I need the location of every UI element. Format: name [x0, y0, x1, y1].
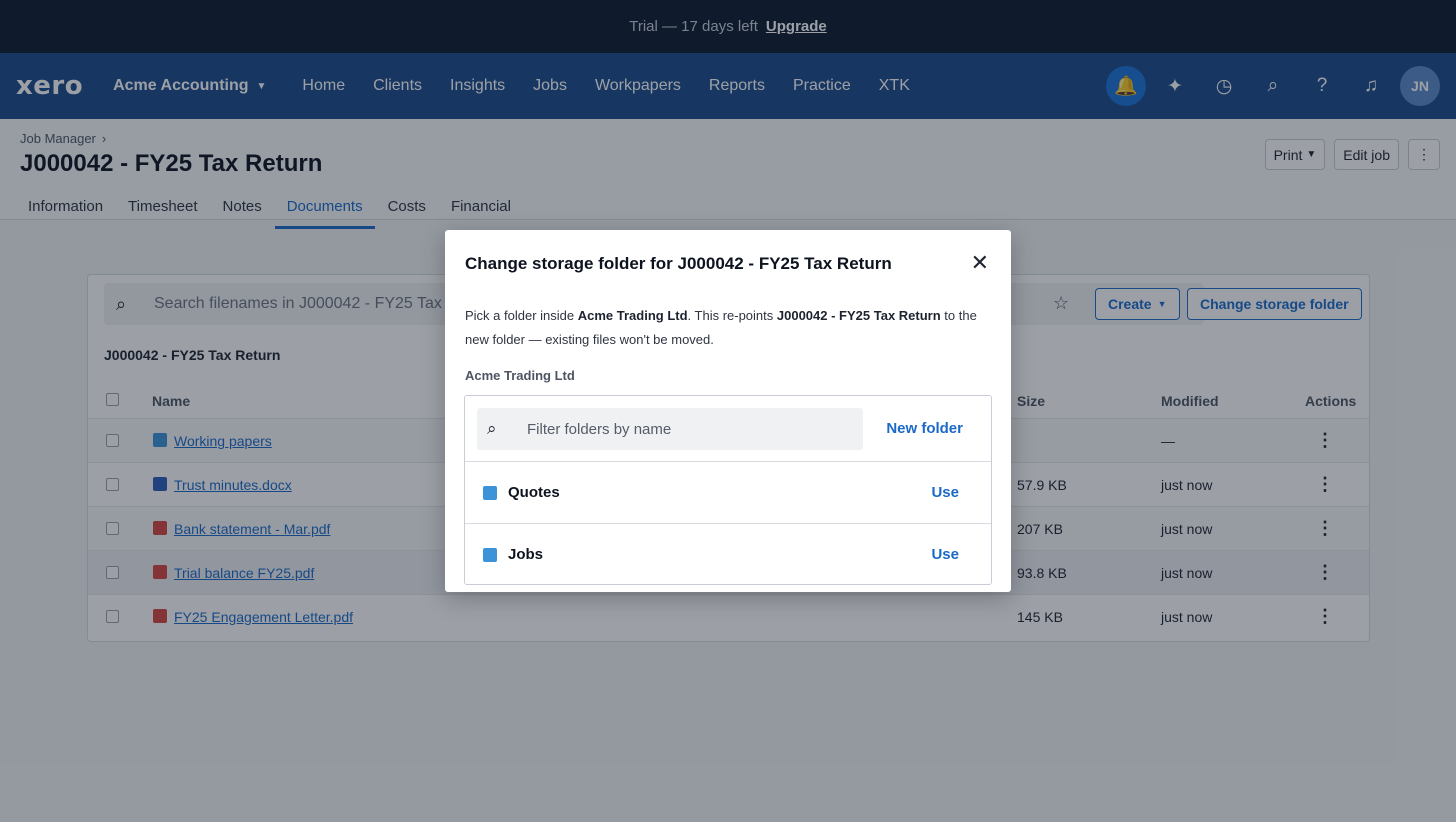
new-folder-button[interactable]: New folder — [886, 420, 963, 437]
folder-filter[interactable]: ⌕ Filter folders by name — [477, 408, 863, 450]
folder-name: Quotes — [508, 484, 560, 501]
search-icon: ⌕ — [487, 419, 497, 438]
dialog-description: Pick a folder inside Acme Trading Ltd. T… — [465, 308, 977, 347]
folder-icon — [483, 485, 497, 500]
folder-row[interactable]: Jobs Use — [465, 523, 991, 585]
folder-icon — [483, 547, 497, 562]
folder-name: Jobs — [508, 546, 544, 563]
use-folder-button[interactable]: Use — [931, 546, 959, 563]
dialog-title: Change storage folder for J000042 - FY25… — [465, 254, 892, 273]
folder-picker: ⌕ Filter folders by name New folder Quot… — [464, 395, 992, 585]
close-icon[interactable]: ✕ — [971, 250, 989, 276]
use-folder-button[interactable]: Use — [931, 484, 959, 501]
folder-filter-input[interactable]: Filter folders by name — [527, 421, 671, 438]
change-storage-folder-dialog: Change storage folder for J000042 - FY25… — [445, 230, 1011, 592]
org-label: Acme Trading Ltd — [465, 368, 575, 383]
folder-row[interactable]: Quotes Use — [465, 461, 991, 523]
